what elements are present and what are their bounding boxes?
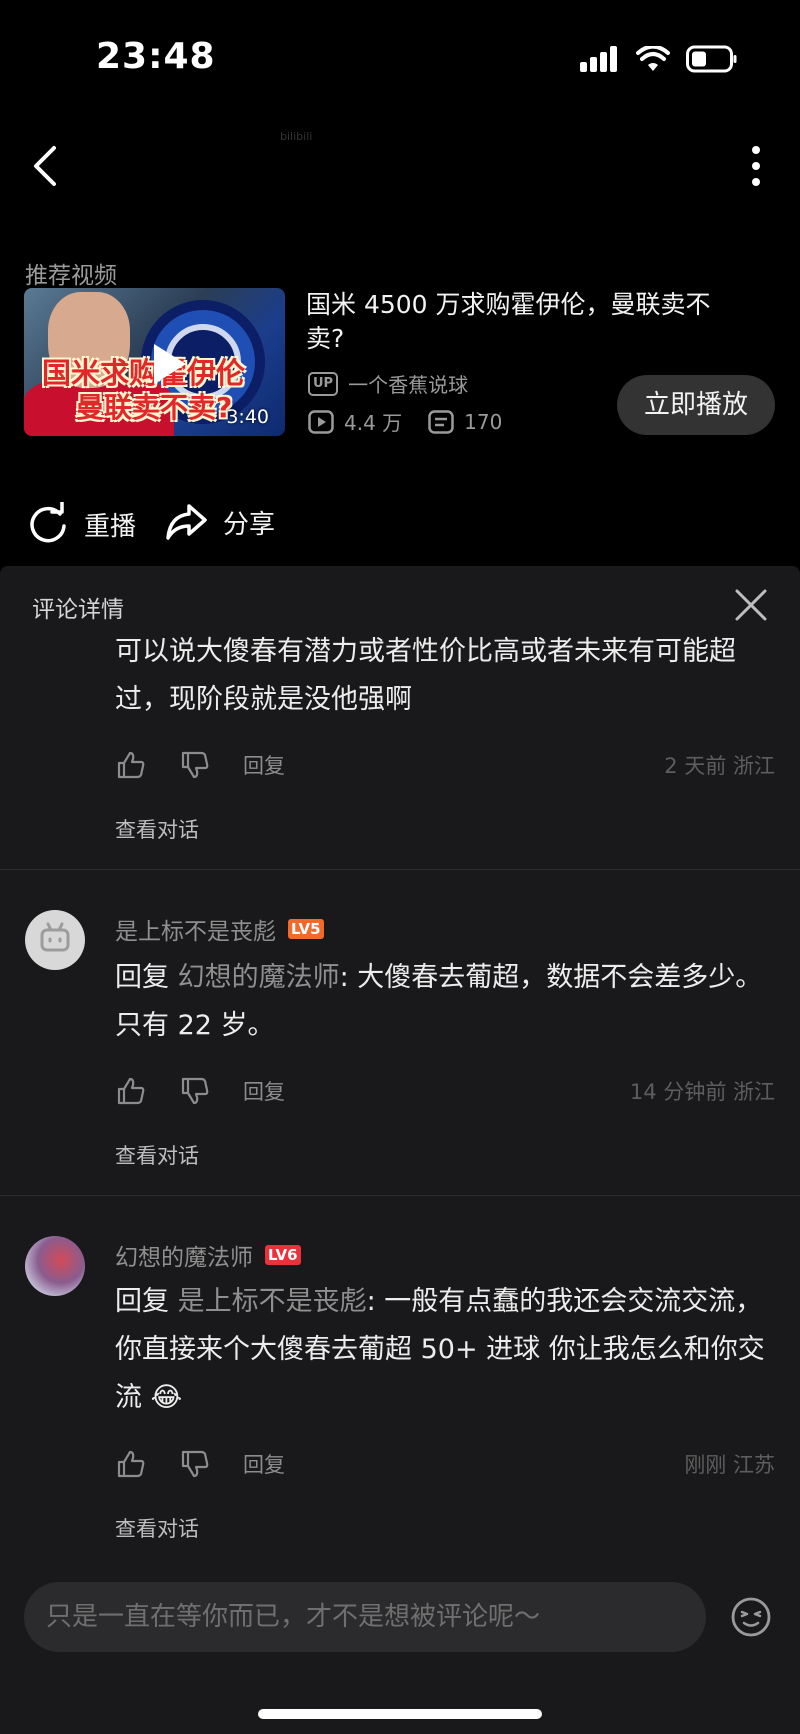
comment-actions: 回复 14 分钟前 浙江 (115, 1074, 775, 1108)
divider (0, 869, 800, 870)
comment-text: 回复 幻想的魔法师: 大傻春去葡超，数据不会差多少。只有 22 岁。 (115, 954, 780, 1050)
default-avatar-icon (40, 922, 70, 952)
close-button[interactable] (734, 588, 768, 622)
share-icon (166, 504, 207, 540)
uploader-name: 一个香蕉说球 (348, 373, 469, 397)
thumb-up-icon[interactable] (115, 1075, 147, 1107)
avatar[interactable] (25, 910, 85, 970)
comment-meta: 刚刚 江苏 (684, 1453, 775, 1477)
danmaku-icon (428, 409, 454, 434)
comment-meta: 2 天前 浙江 (664, 754, 775, 778)
level-badge: LV5 (288, 919, 324, 939)
panel-title: 评论详情 (32, 597, 124, 623)
view-count: 4.4 万 (344, 411, 403, 435)
comment-meta: 14 分钟前 浙江 (629, 1080, 775, 1104)
comment-author[interactable]: 是上标不是丧彪 LV5 (115, 912, 324, 946)
reply-button[interactable]: 回复 (243, 1076, 285, 1106)
uploader-row[interactable]: UP 一个香蕉说球 (308, 369, 468, 398)
divider (0, 1195, 800, 1196)
up-icon: UP (308, 371, 339, 396)
comment-author[interactable]: 幻想的魔法师 LV6 (115, 1238, 301, 1272)
views-icon (308, 409, 334, 434)
comment-text: 可以说大傻春有潜力或者性价比高或者未来有可能超过，现阶段就是没他强啊 (115, 636, 736, 715)
danmaku-count: 170 (464, 409, 503, 434)
comment-actions: 回复 2 天前 浙江 (115, 748, 775, 782)
mention-link[interactable]: 是上标不是丧彪 (178, 1286, 367, 1317)
emoji-icon (731, 1597, 771, 1637)
back-icon (34, 146, 56, 186)
view-conversation-link[interactable]: 查看对话 (115, 1513, 199, 1543)
video-duration: 3:40 (226, 406, 269, 428)
laugh-emoji-icon: 😂 (150, 1382, 183, 1413)
status-time: 23:48 (96, 36, 216, 77)
video-title[interactable]: 国米 4500 万求购霍伊伦，曼联卖不卖? (306, 288, 746, 356)
battery-icon (686, 45, 737, 73)
view-conversation-link[interactable]: 查看对话 (115, 1140, 199, 1170)
home-indicator[interactable] (258, 1709, 542, 1719)
thumb-down-icon[interactable] (179, 1075, 211, 1107)
thumb-up-icon[interactable] (115, 749, 147, 781)
more-button[interactable] (746, 144, 766, 188)
emoji-button[interactable] (730, 1596, 772, 1638)
comment-text: 回复 是上标不是丧彪: 一般有点蠢的我还会交流交流，你直接来个大傻春去葡超 50… (115, 1278, 780, 1422)
replay-button[interactable]: 重播 (26, 502, 136, 546)
username: 幻想的魔法师 (115, 1245, 253, 1271)
reply-prefix: 回复 (115, 1286, 169, 1317)
level-badge: LV6 (265, 1245, 301, 1265)
reply-prefix: 回复 (115, 962, 169, 993)
status-icons (580, 42, 738, 76)
thumbnail-caption-2: 曼联卖不卖? (76, 391, 233, 424)
play-now-button[interactable]: 立即播放 (617, 375, 775, 435)
view-conversation-link[interactable]: 查看对话 (115, 814, 199, 844)
play-icon (154, 344, 186, 384)
comment-actions: 回复 刚刚 江苏 (115, 1447, 775, 1481)
recommend-header: 推荐视频 (25, 263, 117, 289)
close-icon (735, 589, 767, 621)
thumb-up-icon[interactable] (115, 1448, 147, 1480)
watermark: bilibili (280, 130, 313, 143)
back-button[interactable] (26, 140, 66, 192)
video-thumbnail[interactable]: 国米求购霍伊伦 曼联卖不卖? 3:40 (24, 288, 285, 436)
more-icon (752, 146, 760, 186)
thumb-down-icon[interactable] (179, 749, 211, 781)
share-button[interactable]: 分享 (165, 502, 275, 542)
replay-label: 重播 (84, 511, 137, 542)
reply-button[interactable]: 回复 (243, 1449, 285, 1479)
thumb-down-icon[interactable] (179, 1448, 211, 1480)
username: 是上标不是丧彪 (115, 919, 276, 945)
mention-link[interactable]: 幻想的魔法师 (178, 962, 340, 993)
replay-icon (30, 502, 66, 543)
comment-input[interactable]: 只是一直在等你而已，才不是想被评论呢～ (24, 1582, 706, 1652)
share-label: 分享 (223, 509, 276, 540)
avatar[interactable] (25, 1236, 85, 1296)
signal-icon (580, 46, 617, 72)
wifi-icon (636, 46, 670, 71)
reply-button[interactable]: 回复 (243, 750, 285, 780)
video-stats: 4.4 万 170 (308, 407, 502, 436)
